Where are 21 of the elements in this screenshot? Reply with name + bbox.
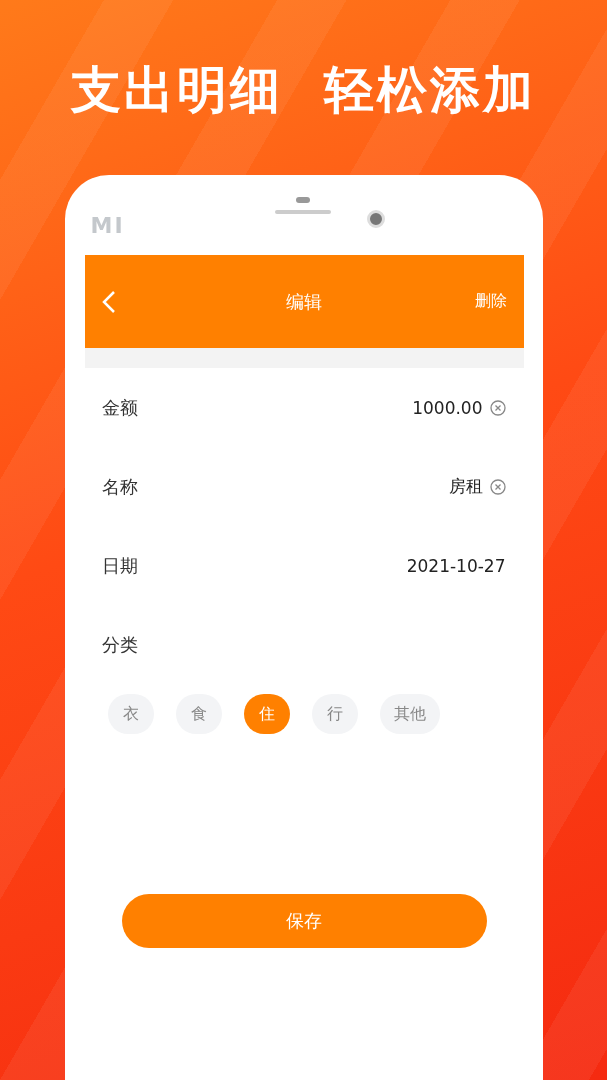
clear-icon[interactable] [489,399,506,416]
headline: 支出明细 轻松添加 [71,60,536,121]
category-chip[interactable]: 食 [175,694,222,734]
save-button[interactable]: 保存 [121,894,487,948]
category-chip[interactable]: 住 [243,694,290,734]
field-label: 日期 [101,553,138,578]
category-chip[interactable]: 其他 [379,694,440,734]
field-label: 名称 [101,474,138,499]
camera-icon [366,210,385,228]
field-value[interactable]: 2021-10-27 [406,555,506,576]
field-value[interactable]: 1000.00 [412,397,483,418]
category-chip[interactable]: 衣 [107,694,154,734]
field-label: 分类 [101,632,138,657]
clear-icon[interactable] [489,478,506,495]
category-chip[interactable]: 行 [311,694,358,734]
field-value[interactable]: 房租 [448,475,483,498]
delete-link[interactable]: 删除 [474,291,507,312]
brand-logo: MI [90,213,125,238]
field-label: 金额 [101,395,138,420]
back-icon[interactable] [101,289,116,314]
header-title: 编辑 [286,289,322,314]
